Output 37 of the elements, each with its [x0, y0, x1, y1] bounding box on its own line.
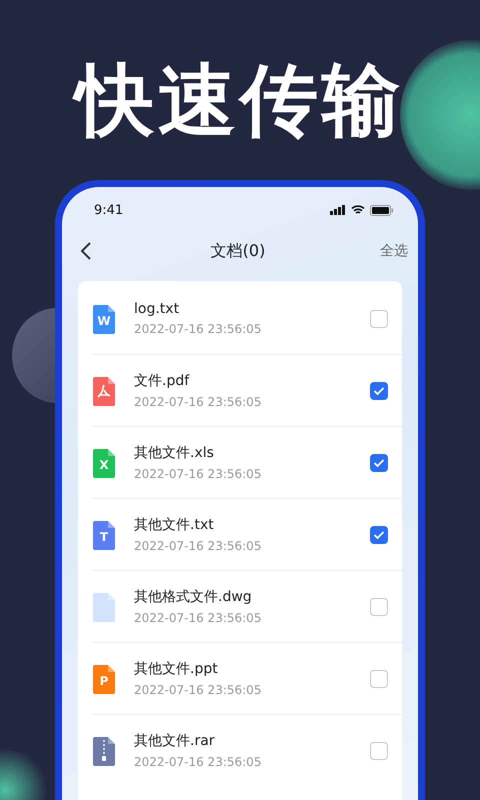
file-icon [92, 592, 116, 622]
file-icon: X [92, 448, 116, 478]
file-name: 其他格式文件.dwg [134, 588, 253, 606]
file-name: 文件.pdf [134, 372, 190, 390]
checkbox[interactable] [370, 454, 388, 472]
check-icon [373, 386, 385, 396]
file-date: 2022-07-16 23:56:05 [134, 322, 262, 336]
file-name: 其他文件.ppt [134, 660, 219, 678]
file-date: 2022-07-16 23:56:05 [134, 755, 262, 769]
check-icon [373, 530, 385, 540]
checkbox[interactable] [370, 598, 388, 616]
select-all-button[interactable]: 全选 [380, 242, 408, 260]
file-date: 2022-07-16 23:56:05 [134, 467, 262, 481]
file-date: 2022-07-16 23:56:05 [134, 611, 262, 625]
file-date: 2022-07-16 23:56:05 [134, 395, 262, 409]
status-time: 9:41 [94, 202, 124, 218]
file-name: 其他文件.xls [134, 444, 215, 462]
checkbox[interactable] [370, 670, 388, 688]
checkbox[interactable] [370, 382, 388, 400]
file-icon: W [92, 304, 116, 334]
check-icon [373, 458, 385, 468]
file-name: log.txt [134, 301, 180, 317]
file-date: 2022-07-16 23:56:05 [134, 539, 262, 553]
checkbox[interactable] [370, 310, 388, 328]
file-date: 2022-07-16 23:56:05 [134, 683, 262, 697]
file-icon [92, 376, 116, 406]
file-icon: T [92, 520, 116, 550]
file-name: 其他文件.txt [134, 516, 215, 534]
signal-icon [330, 205, 346, 215]
wifi-icon [351, 205, 365, 215]
file-name: 其他文件.rar [134, 732, 216, 750]
battery-icon [370, 204, 394, 216]
file-icon [92, 736, 116, 766]
file-icon: P [92, 664, 116, 694]
checkbox[interactable] [370, 742, 388, 760]
page-title: 文档(0) [210, 240, 266, 262]
checkbox[interactable] [370, 526, 388, 544]
